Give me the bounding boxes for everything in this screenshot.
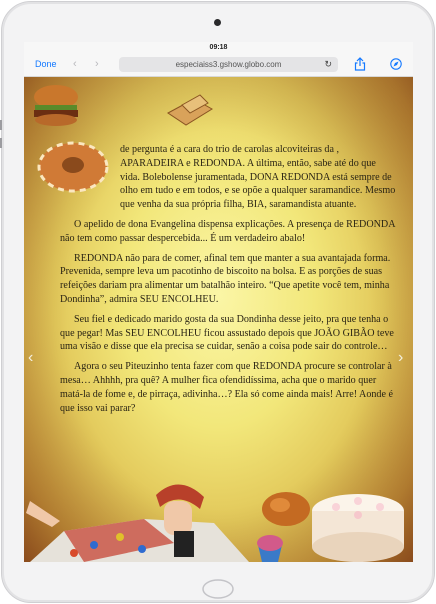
chevron-right-icon[interactable]: › [95,58,99,70]
chevron-left-icon[interactable]: ‹ [73,58,77,70]
paragraph-2: O apelido de dona Evangelina dispensa ex… [60,218,395,244]
story-page: de pergunta é a cara do trio de carolas … [24,77,413,562]
cupcake-illustration [257,535,283,562]
next-page-button[interactable]: › [398,349,403,367]
home-button[interactable] [200,579,236,599]
story-text: de pergunta é a cara do trio de carolas … [60,143,396,421]
cake-slices-illustration [167,94,213,126]
dona-redonda-character [26,484,249,562]
paragraph-3: REDONDA não para de comer, afinal tem qu… [60,252,391,305]
browser-toolbar: Done ‹ › especiaiss3.gshow.globo.com ↻ [24,54,413,77]
previous-page-button[interactable]: ‹ [28,349,33,367]
cream-cake-illustration [312,494,404,562]
compass-icon[interactable] [390,58,402,70]
tablet-frame: 09:18 Done ‹ › especiaiss3.gshow.globo.c… [0,1,435,603]
volume-up-button [0,120,2,130]
paragraph-5: Agora o seu Piteuzinho tenta fazer com q… [60,361,393,414]
burger-illustration [34,85,78,126]
paragraph-1: de pergunta é a cara do trio de carolas … [120,144,396,211]
share-icon[interactable] [354,57,366,71]
status-time: 09:18 [209,44,228,51]
paragraph-4: Seu fiel e dedicado marido gosta da sua … [60,313,394,353]
done-button[interactable]: Done [35,59,57,69]
volume-down-button [0,138,2,148]
status-bar: 09:18 [24,42,413,54]
front-camera [214,19,221,26]
reload-icon[interactable]: ↻ [324,57,332,72]
screen: 09:18 Done ‹ › especiaiss3.gshow.globo.c… [24,42,413,562]
address-bar[interactable]: especiaiss3.gshow.globo.com ↻ [119,57,338,72]
url-text: especiaiss3.gshow.globo.com [175,60,282,69]
